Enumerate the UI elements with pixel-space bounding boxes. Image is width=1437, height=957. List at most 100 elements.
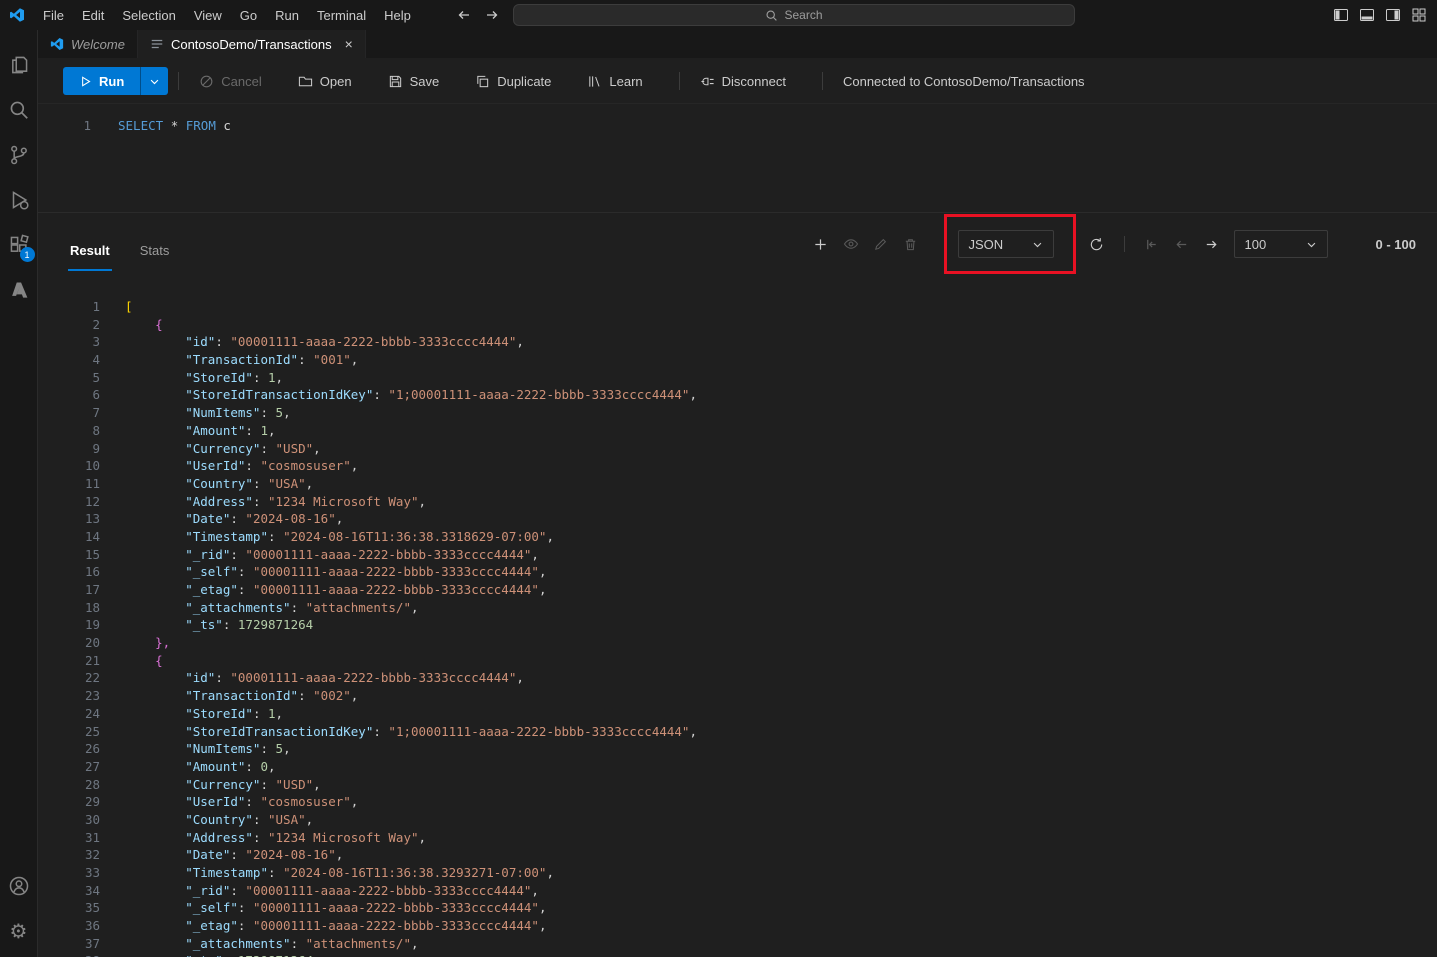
extensions-icon[interactable]: 1 — [0, 222, 38, 267]
token-punc: : — [260, 776, 276, 792]
result-line: 10 "UserId": "cosmosuser", — [38, 457, 1437, 475]
learn-button[interactable]: Learn — [577, 74, 652, 89]
run-dropdown-chevron[interactable] — [141, 67, 168, 95]
run-debug-icon[interactable] — [0, 177, 38, 222]
line-content: "Address": "1234 Microsoft Way", — [125, 829, 426, 847]
source-control-icon[interactable] — [0, 132, 38, 177]
menu-item-run[interactable]: Run — [266, 5, 308, 26]
line-content: "StoreId": 1, — [125, 369, 283, 387]
token-key: "_attachments" — [185, 599, 291, 615]
token-punc: , — [275, 369, 284, 385]
token-punc: : — [252, 475, 268, 491]
token-num: 5 — [275, 741, 284, 757]
save-button[interactable]: Save — [378, 74, 450, 89]
token-punc: : — [237, 564, 253, 580]
token-key: "NumItems" — [185, 741, 261, 757]
menu-item-help[interactable]: Help — [375, 5, 420, 26]
format-selector-dropdown[interactable]: JSON — [957, 230, 1054, 258]
result-line: 14 "Timestamp": "2024-08-16T11:36:38.3318… — [38, 528, 1437, 546]
nav-forward-icon[interactable] — [484, 7, 500, 23]
tab-contosodemo-transactions[interactable]: ContosoDemo/Transactions × — [137, 30, 366, 58]
close-tab-icon[interactable]: × — [345, 37, 353, 51]
result-code-area[interactable]: 1[2{3 "id": "00001111-aaaa-2222-bbbb-3333… — [38, 271, 1437, 957]
line-content: "_self": "00001111-aaaa-2222-bbbb-3333cc… — [125, 563, 546, 581]
token-key: "_etag" — [185, 918, 238, 934]
token-brace: { — [155, 316, 163, 332]
result-line: 23 "TransactionId": "002", — [38, 687, 1437, 705]
token-str: "1234 Microsoft Way" — [268, 829, 419, 845]
line-content: "_rid": "00001111-aaaa-2222-bbbb-3333ccc… — [125, 882, 539, 900]
token-punc: , — [313, 776, 321, 792]
toggle-panel-icon[interactable] — [1359, 7, 1375, 23]
page-size-dropdown[interactable]: 100 — [1233, 230, 1328, 258]
line-number: 26 — [84, 741, 100, 757]
line-content: "Date": "2024-08-16", — [125, 846, 343, 864]
settings-gear-icon[interactable]: ⚙ — [0, 908, 38, 953]
search-input[interactable]: Search — [513, 4, 1075, 26]
token-str: "00001111-aaaa-2222-bbbb-3333cccc4444" — [252, 564, 539, 580]
result-line: 7 "NumItems": 5, — [38, 404, 1437, 422]
open-button[interactable]: Open — [288, 74, 362, 89]
token-str: "001" — [313, 352, 351, 368]
vscode-logo-icon — [0, 7, 34, 23]
run-button[interactable]: Run — [63, 67, 169, 95]
nav-back-icon[interactable] — [456, 7, 472, 23]
first-page-button[interactable] — [1137, 231, 1167, 257]
result-line: 8 "Amount": 1, — [38, 422, 1437, 440]
add-item-button[interactable] — [806, 231, 836, 257]
token-punc: , — [418, 493, 427, 509]
edit-item-button[interactable] — [866, 231, 896, 257]
result-line: 15 "_rid": "00001111-aaaa-2222-bbbb-3333c… — [38, 546, 1437, 564]
disconnect-button[interactable]: Disconnect — [690, 74, 796, 89]
account-icon[interactable] — [0, 863, 38, 908]
result-line: 21 { — [38, 652, 1437, 670]
token-key: "id" — [185, 334, 216, 350]
toggle-secondary-sidebar-icon[interactable] — [1385, 7, 1401, 23]
result-line: 27 "Amount": 0, — [38, 758, 1437, 776]
result-line: 31 "Address": "1234 Microsoft Way", — [38, 829, 1437, 847]
customize-layout-icon[interactable] — [1411, 7, 1427, 23]
token-num: 1 — [268, 369, 276, 385]
menu-item-selection[interactable]: Selection — [113, 5, 184, 26]
menu-item-terminal[interactable]: Terminal — [308, 5, 375, 26]
line-number: 12 — [84, 493, 100, 509]
token-punc: , — [538, 582, 547, 597]
cancel-button[interactable]: Cancel — [189, 74, 271, 89]
toggle-sidebar-icon[interactable] — [1333, 7, 1349, 23]
token-punc: : — [237, 900, 253, 916]
line-number: 18 — [84, 599, 100, 615]
token-key: "StoreIdTransactionIdKey" — [185, 723, 374, 739]
token-punc: : — [260, 440, 276, 456]
tab-result[interactable]: Result — [68, 243, 112, 271]
line-number: 15 — [84, 546, 100, 562]
tab-welcome[interactable]: Welcome — [38, 30, 138, 58]
token-punc: , — [538, 900, 547, 916]
result-line: 4 "TransactionId": "001", — [38, 351, 1437, 369]
menu-item-go[interactable]: Go — [231, 5, 266, 26]
token-key: "Date" — [185, 511, 231, 527]
token-punc: : — [373, 387, 389, 403]
query-editor[interactable]: 1 SELECT * FROM c — [38, 117, 1437, 134]
menu-item-file[interactable]: File — [34, 5, 73, 26]
result-line: 9 "Currency": "USD", — [38, 440, 1437, 458]
refresh-button[interactable] — [1082, 231, 1112, 257]
search-sidebar-icon[interactable] — [0, 87, 38, 132]
token-punc: : — [298, 688, 314, 704]
token-str: "00001111-aaaa-2222-bbbb-3333cccc4444" — [245, 546, 532, 562]
line-number: 4 — [92, 352, 100, 368]
tab-stats[interactable]: Stats — [138, 243, 172, 271]
delete-item-button[interactable] — [896, 231, 926, 257]
menu-item-edit[interactable]: Edit — [73, 5, 113, 26]
explorer-icon[interactable] — [0, 42, 38, 87]
prev-page-button[interactable] — [1167, 231, 1197, 257]
line-number: 29 — [84, 794, 100, 810]
line-number: 37 — [84, 935, 100, 951]
view-item-button[interactable] — [836, 231, 866, 257]
azure-icon[interactable] — [0, 267, 38, 312]
token-key: "Currency" — [185, 440, 261, 456]
line-number: 21 — [84, 652, 100, 668]
menu-item-view[interactable]: View — [185, 5, 231, 26]
next-page-button[interactable] — [1197, 231, 1227, 257]
token-key: "Country" — [185, 811, 253, 827]
duplicate-button[interactable]: Duplicate — [465, 74, 561, 89]
